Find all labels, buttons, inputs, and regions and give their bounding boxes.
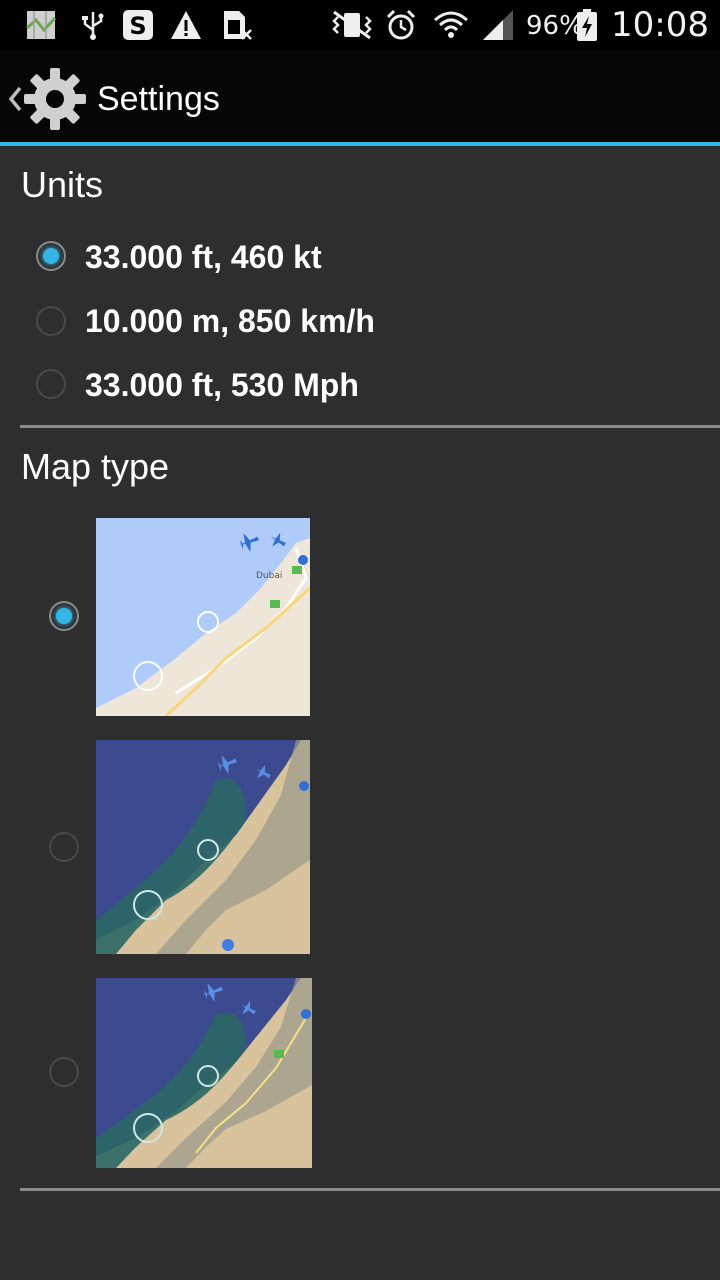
satellite-map-thumbnail[interactable] [96, 740, 310, 954]
city-label: Dubai [256, 571, 282, 581]
wifi-icon [434, 11, 468, 38]
clock: 10:08 [611, 5, 709, 45]
units-radio-1[interactable] [36, 241, 66, 271]
page-title: Settings [97, 80, 220, 118]
skype-icon: S [123, 10, 153, 40]
road-map-thumbnail[interactable]: Dubai [96, 518, 310, 716]
section-divider [20, 425, 720, 428]
battery-charging-icon [577, 9, 597, 41]
units-option-label: 33.000 ft, 460 kt [85, 239, 322, 275]
sim-icon [224, 11, 252, 40]
back-chevron-icon[interactable] [8, 86, 22, 112]
action-bar-accent-line [0, 142, 720, 146]
mute-vibrate-icon [332, 10, 372, 40]
map-notification-icon [26, 11, 57, 39]
units-option-label: 33.000 ft, 530 Mph [85, 367, 359, 403]
map-type-radio-2[interactable] [49, 832, 79, 862]
units-radio-2[interactable] [36, 306, 66, 336]
units-header: Units [21, 164, 104, 205]
gear-icon[interactable] [22, 66, 88, 132]
signal-icon [483, 10, 513, 40]
map-type-radio-1[interactable] [49, 601, 79, 631]
svg-text:S: S [129, 12, 146, 40]
units-option-label: 10.000 m, 850 km/h [85, 303, 375, 339]
warning-icon [171, 11, 201, 39]
map-type-radio-3[interactable] [49, 1057, 79, 1087]
section-divider [20, 1188, 720, 1191]
alarm-icon [386, 9, 416, 40]
units-radio-3[interactable] [36, 369, 66, 399]
hybrid-map-thumbnail[interactable] [96, 978, 312, 1168]
usb-icon [82, 12, 104, 40]
map-type-header: Map type [21, 446, 170, 487]
status-bar: S 96% 10:08 [0, 0, 720, 50]
